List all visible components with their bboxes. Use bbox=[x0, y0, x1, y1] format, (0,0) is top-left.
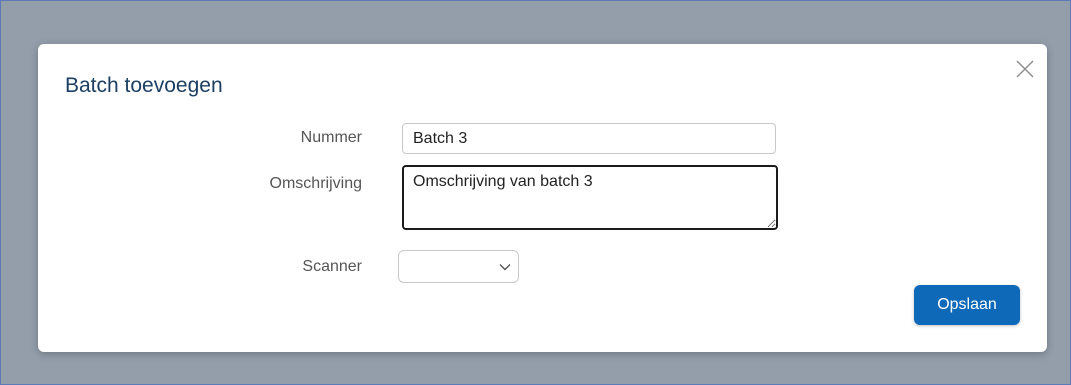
scanner-label: Scanner bbox=[302, 258, 362, 275]
batch-dialog: Batch toevoegen Nummer Omschrijving Omsc… bbox=[38, 44, 1047, 352]
omschrijving-textarea[interactable]: Omschrijving van batch 3 bbox=[402, 165, 778, 230]
save-button[interactable]: Opslaan bbox=[914, 285, 1020, 325]
dialog-title: Batch toevoegen bbox=[65, 74, 223, 97]
omschrijving-label: Omschrijving bbox=[269, 175, 362, 192]
nummer-input[interactable] bbox=[402, 123, 776, 154]
nummer-label: Nummer bbox=[300, 129, 362, 146]
scanner-select[interactable] bbox=[398, 250, 519, 283]
chevron-down-icon bbox=[499, 264, 511, 271]
close-icon bbox=[1016, 60, 1034, 78]
close-button[interactable] bbox=[1014, 58, 1036, 80]
